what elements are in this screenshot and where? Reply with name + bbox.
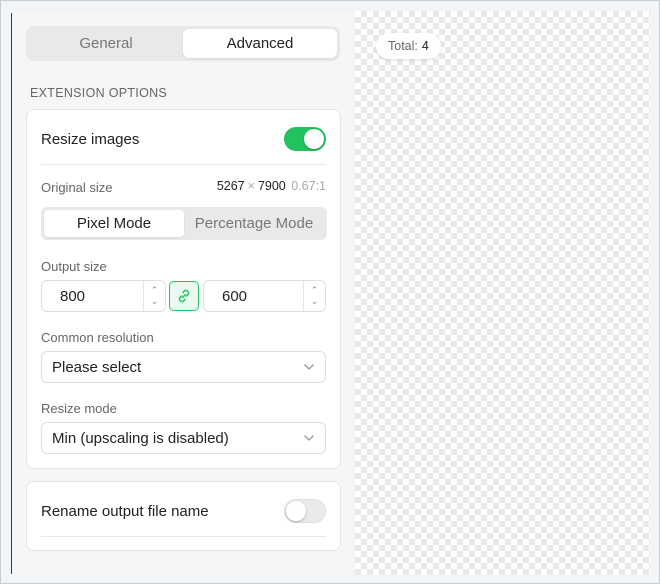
percentage-mode-button[interactable]: Percentage Mode	[184, 210, 324, 237]
output-width-input[interactable]: 800 ⌃ ⌄	[41, 280, 166, 312]
common-resolution-label: Common resolution	[41, 330, 154, 345]
tab-general[interactable]: General	[29, 29, 183, 58]
chevron-down-icon	[304, 364, 314, 370]
mode-switch: Pixel Mode Percentage Mode	[41, 207, 327, 240]
divider	[41, 164, 326, 165]
total-count: 4	[421, 39, 429, 53]
width-stepper[interactable]: ⌃ ⌄	[143, 281, 165, 311]
section-title: EXTENSION OPTIONS	[30, 86, 168, 100]
rename-toggle[interactable]	[284, 499, 326, 523]
app-window: General Advanced EXTENSION OPTIONS Resiz…	[0, 0, 660, 584]
resize-toggle[interactable]	[284, 127, 326, 151]
original-size-value: 5267 × 7900 0.67:1	[217, 179, 326, 193]
common-resolution-select[interactable]: Please select	[41, 351, 326, 383]
pixel-mode-button[interactable]: Pixel Mode	[44, 210, 184, 237]
divider	[41, 536, 326, 537]
resize-row: Resize images	[41, 124, 326, 154]
total-label: Total:	[388, 39, 418, 53]
resize-mode-label: Resize mode	[41, 401, 117, 416]
resize-mode-value: Min (upscaling is disabled)	[52, 429, 229, 447]
options-sidebar: General Advanced EXTENSION OPTIONS Resiz…	[12, 13, 353, 574]
caret-down-icon[interactable]: ⌄	[151, 296, 159, 307]
resize-mode-select[interactable]: Min (upscaling is disabled)	[41, 422, 326, 454]
original-height: 7900	[257, 179, 286, 193]
toggle-knob	[286, 501, 306, 521]
rename-card: Rename output file name	[26, 481, 341, 551]
original-width: 5267	[216, 179, 245, 193]
tab-advanced[interactable]: Advanced	[183, 29, 337, 58]
original-size-label: Original size	[41, 180, 113, 195]
caret-up-icon[interactable]: ⌃	[151, 285, 159, 296]
height-stepper[interactable]: ⌃ ⌄	[303, 281, 325, 311]
rename-row: Rename output file name	[41, 496, 326, 526]
toggle-knob	[304, 129, 324, 149]
lock-aspect-button[interactable]	[169, 281, 199, 311]
settings-tabs: General Advanced	[26, 26, 340, 61]
link-icon	[178, 289, 190, 303]
output-width-value: 800	[60, 287, 86, 305]
times-sign: ×	[247, 179, 255, 193]
output-height-input[interactable]: 600 ⌃ ⌄	[203, 280, 326, 312]
total-badge: Total: 4	[376, 33, 441, 59]
output-size-label: Output size	[41, 259, 107, 274]
resize-label: Resize images	[41, 130, 140, 148]
resize-card: Resize images Original size 5267 × 7900 0.…	[26, 109, 341, 469]
output-height-value: 600	[222, 287, 248, 305]
rename-label: Rename output file name	[41, 502, 209, 520]
caret-up-icon[interactable]: ⌃	[311, 285, 319, 296]
chevron-down-icon	[304, 435, 314, 441]
aspect-ratio: 0.67:1	[291, 179, 326, 193]
preview-canvas: Total: 4	[355, 11, 650, 575]
common-resolution-value: Please select	[52, 358, 142, 376]
caret-down-icon[interactable]: ⌄	[311, 296, 319, 307]
